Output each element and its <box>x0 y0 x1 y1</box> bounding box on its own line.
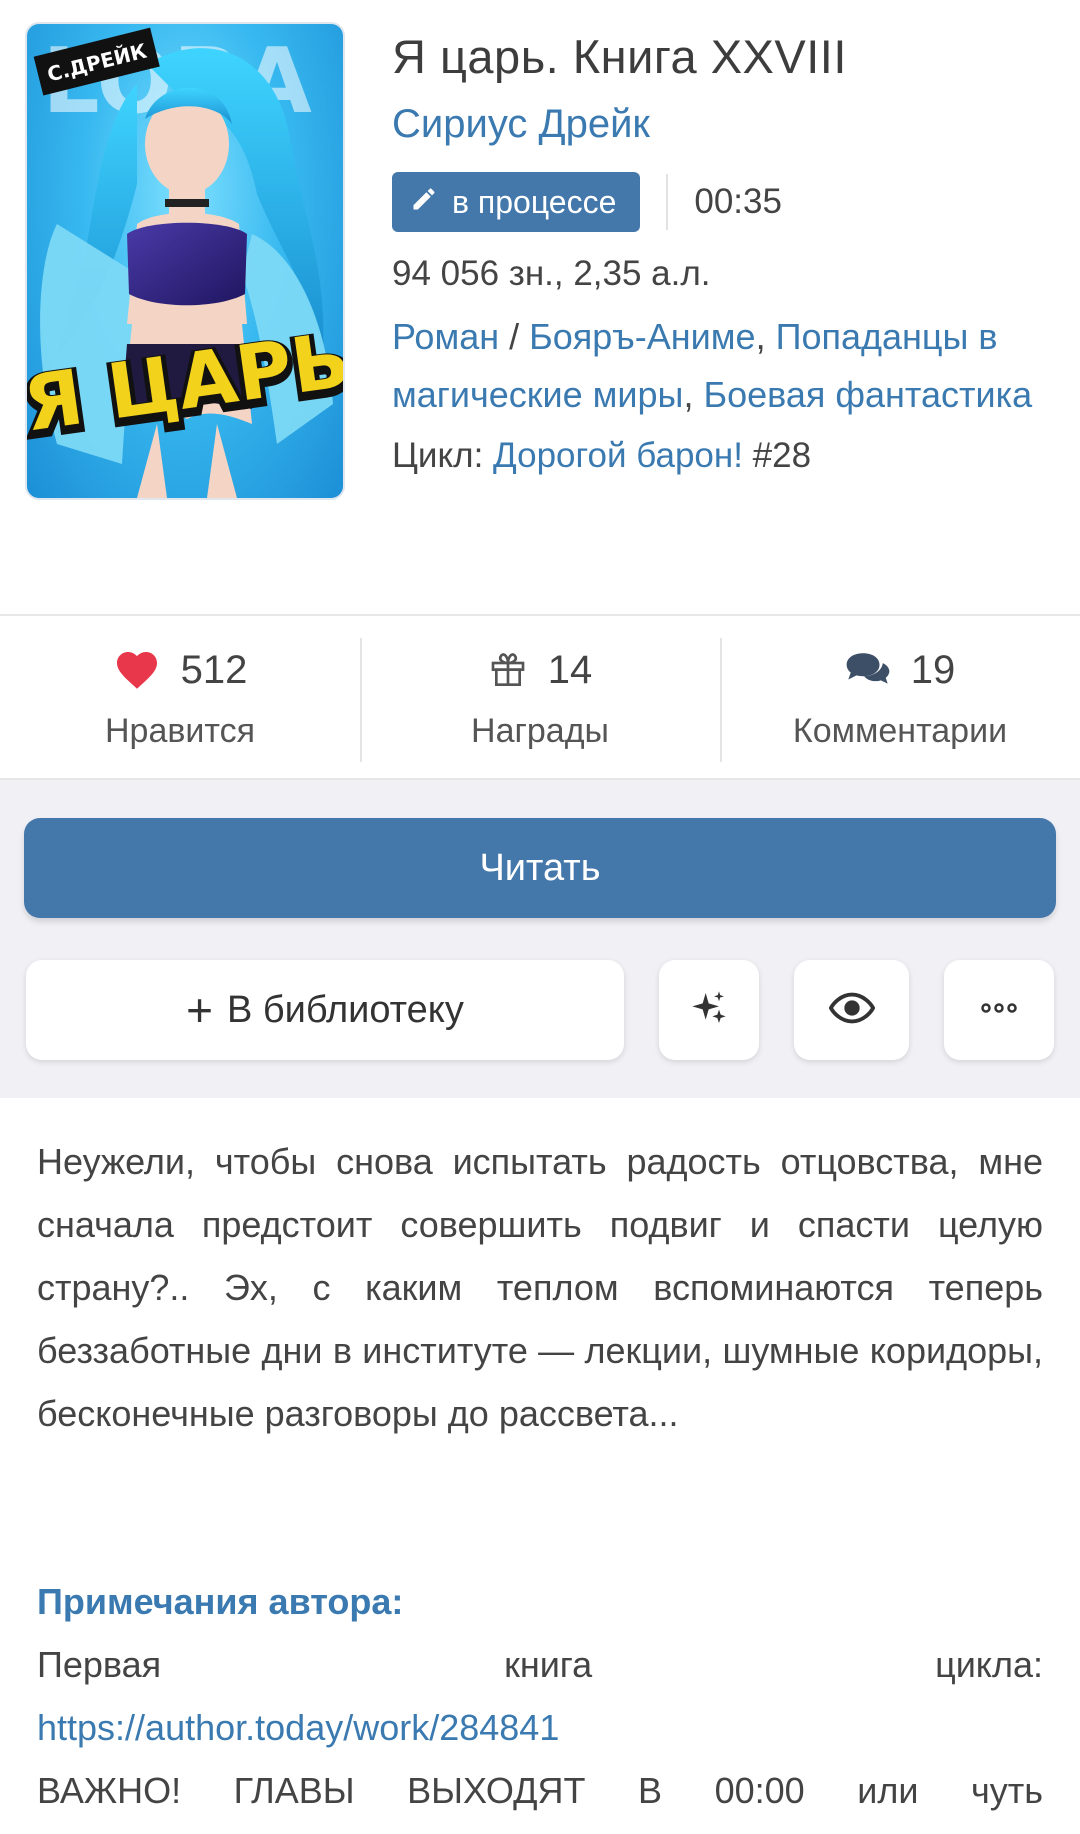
status-badge: в процессе <box>392 172 641 232</box>
awards-count: 14 <box>547 647 593 692</box>
notes-line: ВАЖНО! ГЛАВЫ ВЫХОДЯТ В 00:00 или чуть <box>37 1759 1043 1822</box>
status-row: в процессе 00:35 <box>392 172 1062 232</box>
notes-word: 00:00 <box>714 1770 805 1811</box>
notes-word: В <box>638 1770 663 1811</box>
more-options-button[interactable] <box>944 960 1054 1060</box>
comments-label: Комментарии <box>792 712 1008 750</box>
book-cover[interactable]: LORA С.ДРЕЙК Я ЦАРЬ <box>25 22 345 500</box>
book-info: Я царь. Книга XXVIII Сириус Дрейк в проц… <box>392 22 1062 482</box>
awards-label: Награды <box>471 712 609 750</box>
plus-icon: + <box>186 984 214 1036</box>
notes-word: ГЛАВЫ <box>233 1770 355 1811</box>
notes-word: Первая <box>37 1644 162 1685</box>
cycle-link[interactable]: Дорогой барон! <box>493 436 743 475</box>
watch-button[interactable] <box>794 960 909 1060</box>
notes-line: Первая книга цикла: <box>37 1633 1043 1696</box>
book-description: Неужели, чтобы снова испытать радость от… <box>37 1141 1043 1434</box>
genre-separator: , <box>683 374 704 415</box>
notes-word: книга <box>504 1644 593 1685</box>
cycle-info: Цикл: Дорогой барон! #28 <box>392 430 1062 482</box>
add-to-library-button[interactable]: + В библиотеку <box>26 960 624 1060</box>
cycle-label: Цикл: <box>392 436 494 475</box>
genre-separator: , <box>755 316 776 357</box>
notes-word: ВАЖНО! <box>37 1770 182 1811</box>
actions-panel: Читать + В библиотеку <box>0 780 1080 1098</box>
author-notes-title: Примечания автора: <box>37 1581 404 1622</box>
likes-count: 512 <box>180 647 248 692</box>
heart-icon <box>113 646 161 695</box>
likes-label: Нравится <box>104 712 256 750</box>
book-header: LORA С.ДРЕЙК Я ЦАРЬ <box>0 0 1080 614</box>
book-title: Я царь. Книга XXVIII <box>392 30 847 83</box>
genre-link[interactable]: Боевая фантастика <box>703 374 1032 415</box>
cycle-number: #28 <box>742 436 812 475</box>
genre-separator: / <box>499 316 530 357</box>
likes-stat[interactable]: 512 Нравится <box>0 616 360 778</box>
read-button[interactable]: Читать <box>24 818 1056 918</box>
comments-icon <box>845 649 891 692</box>
author-notes: Первая книга цикла: https://author.today… <box>37 1633 1043 1822</box>
update-time: 00:35 <box>694 182 782 221</box>
genre-list: Роман / Бояръ-Аниме, Попаданцы в магичес… <box>392 308 1062 424</box>
first-book-link[interactable]: https://author.today/work/284841 <box>37 1707 559 1748</box>
status-text: в процессе <box>452 183 617 220</box>
genre-link[interactable]: Роман <box>392 316 499 357</box>
pencil-icon <box>410 184 438 221</box>
gift-icon <box>488 647 528 694</box>
author-link[interactable]: Сириус Дрейк <box>392 98 650 150</box>
notes-word: чуть <box>970 1770 1043 1811</box>
stats-bar: 512 Нравится 14 Награды 19 Комментарии <box>0 614 1080 780</box>
cover-illustration: LORA С.ДРЕЙК Я ЦАРЬ <box>27 27 343 498</box>
genre-link[interactable]: Бояръ-Аниме <box>529 316 755 357</box>
add-to-library-label: В библиотеку <box>227 988 464 1031</box>
book-size: 94 056 зн., 2,35 а.л. <box>392 254 711 293</box>
sparkles-icon <box>689 988 729 1033</box>
comments-count: 19 <box>910 647 956 692</box>
notes-word: цикла: <box>935 1644 1043 1685</box>
notes-word: ВЫХОДЯТ <box>407 1770 586 1811</box>
comments-stat[interactable]: 19 Комментарии <box>720 616 1080 778</box>
ellipsis-icon <box>979 1001 1019 1019</box>
divider <box>666 174 669 230</box>
notes-word: или <box>857 1770 919 1811</box>
recommend-button[interactable] <box>659 960 759 1060</box>
awards-stat[interactable]: 14 Награды <box>360 616 720 778</box>
eye-icon <box>828 991 875 1030</box>
